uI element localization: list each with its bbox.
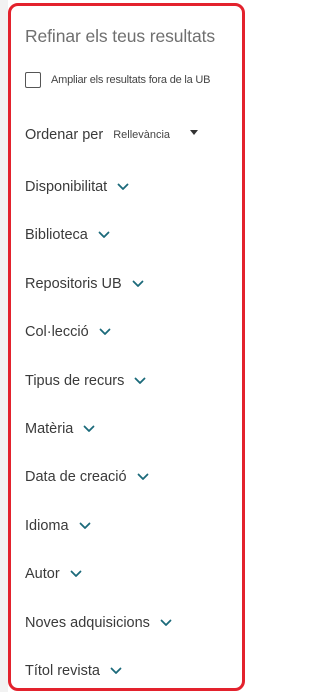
facet-label: Noves adquisicions bbox=[25, 614, 150, 631]
chevron-down-icon bbox=[70, 570, 82, 578]
expand-results-option[interactable]: Ampliar els resultats fora de la UB bbox=[25, 70, 210, 90]
page: Refinar els teus resultats Ampliar els r… bbox=[0, 0, 251, 692]
facet-label: Data de creació bbox=[25, 469, 127, 486]
sort-select[interactable]: Rellevància bbox=[113, 129, 199, 141]
facet-label: Disponibilitat bbox=[25, 179, 108, 195]
facet-autor[interactable]: Autor bbox=[25, 563, 82, 585]
facet-repositoris-ub[interactable]: Repositoris UB bbox=[25, 273, 144, 295]
facet-tipus-de-recurs[interactable]: Tipus de recurs bbox=[25, 370, 146, 392]
facet-label: Biblioteca bbox=[25, 227, 88, 244]
sort-selected-value: Rellevància bbox=[113, 129, 171, 141]
facet-label: Col·lecció bbox=[25, 324, 89, 341]
facet-biblioteca[interactable]: Biblioteca bbox=[25, 224, 110, 246]
sort-control: Ordenar per Rellevància bbox=[25, 125, 199, 145]
facet-label: Tipus de recurs bbox=[25, 372, 125, 389]
chevron-down-icon bbox=[79, 522, 91, 530]
chevron-down-icon bbox=[117, 183, 129, 191]
facet-idioma[interactable]: Idioma bbox=[25, 515, 91, 537]
facet-materia[interactable]: Matèria bbox=[25, 418, 95, 440]
chevron-down-icon bbox=[134, 377, 146, 385]
chevron-down-icon bbox=[160, 619, 172, 627]
chevron-down-icon bbox=[99, 328, 111, 336]
facet-noves-adquisicions[interactable]: Noves adquisicions bbox=[25, 612, 172, 634]
refine-results-panel: Refinar els teus resultats Ampliar els r… bbox=[8, 3, 245, 691]
facet-titol-revista[interactable]: Títol revista bbox=[25, 660, 122, 682]
panel-title: Refinar els teus resultats bbox=[25, 26, 215, 46]
facet-label: Autor bbox=[25, 566, 60, 583]
chevron-down-icon bbox=[110, 667, 122, 675]
facet-label: Matèria bbox=[25, 421, 74, 437]
caret-down-icon bbox=[190, 129, 199, 135]
chevron-down-icon bbox=[137, 473, 149, 481]
sort-label: Ordenar per bbox=[25, 127, 104, 143]
facet-label: Títol revista bbox=[25, 663, 100, 679]
facet-data-de-creacio[interactable]: Data de creació bbox=[25, 466, 149, 488]
facet-disponibilitat[interactable]: Disponibilitat bbox=[25, 176, 129, 198]
chevron-down-icon bbox=[132, 280, 144, 288]
expand-results-checkbox[interactable] bbox=[25, 72, 41, 88]
facet-label: Idioma bbox=[25, 517, 69, 534]
facet-label: Repositoris UB bbox=[25, 275, 122, 292]
chevron-down-icon bbox=[83, 425, 95, 433]
expand-results-label: Ampliar els resultats fora de la UB bbox=[51, 74, 211, 86]
facet-col-leccio[interactable]: Col·lecció bbox=[25, 321, 111, 343]
chevron-down-icon bbox=[98, 231, 110, 239]
left-edge-strip bbox=[0, 0, 8, 692]
